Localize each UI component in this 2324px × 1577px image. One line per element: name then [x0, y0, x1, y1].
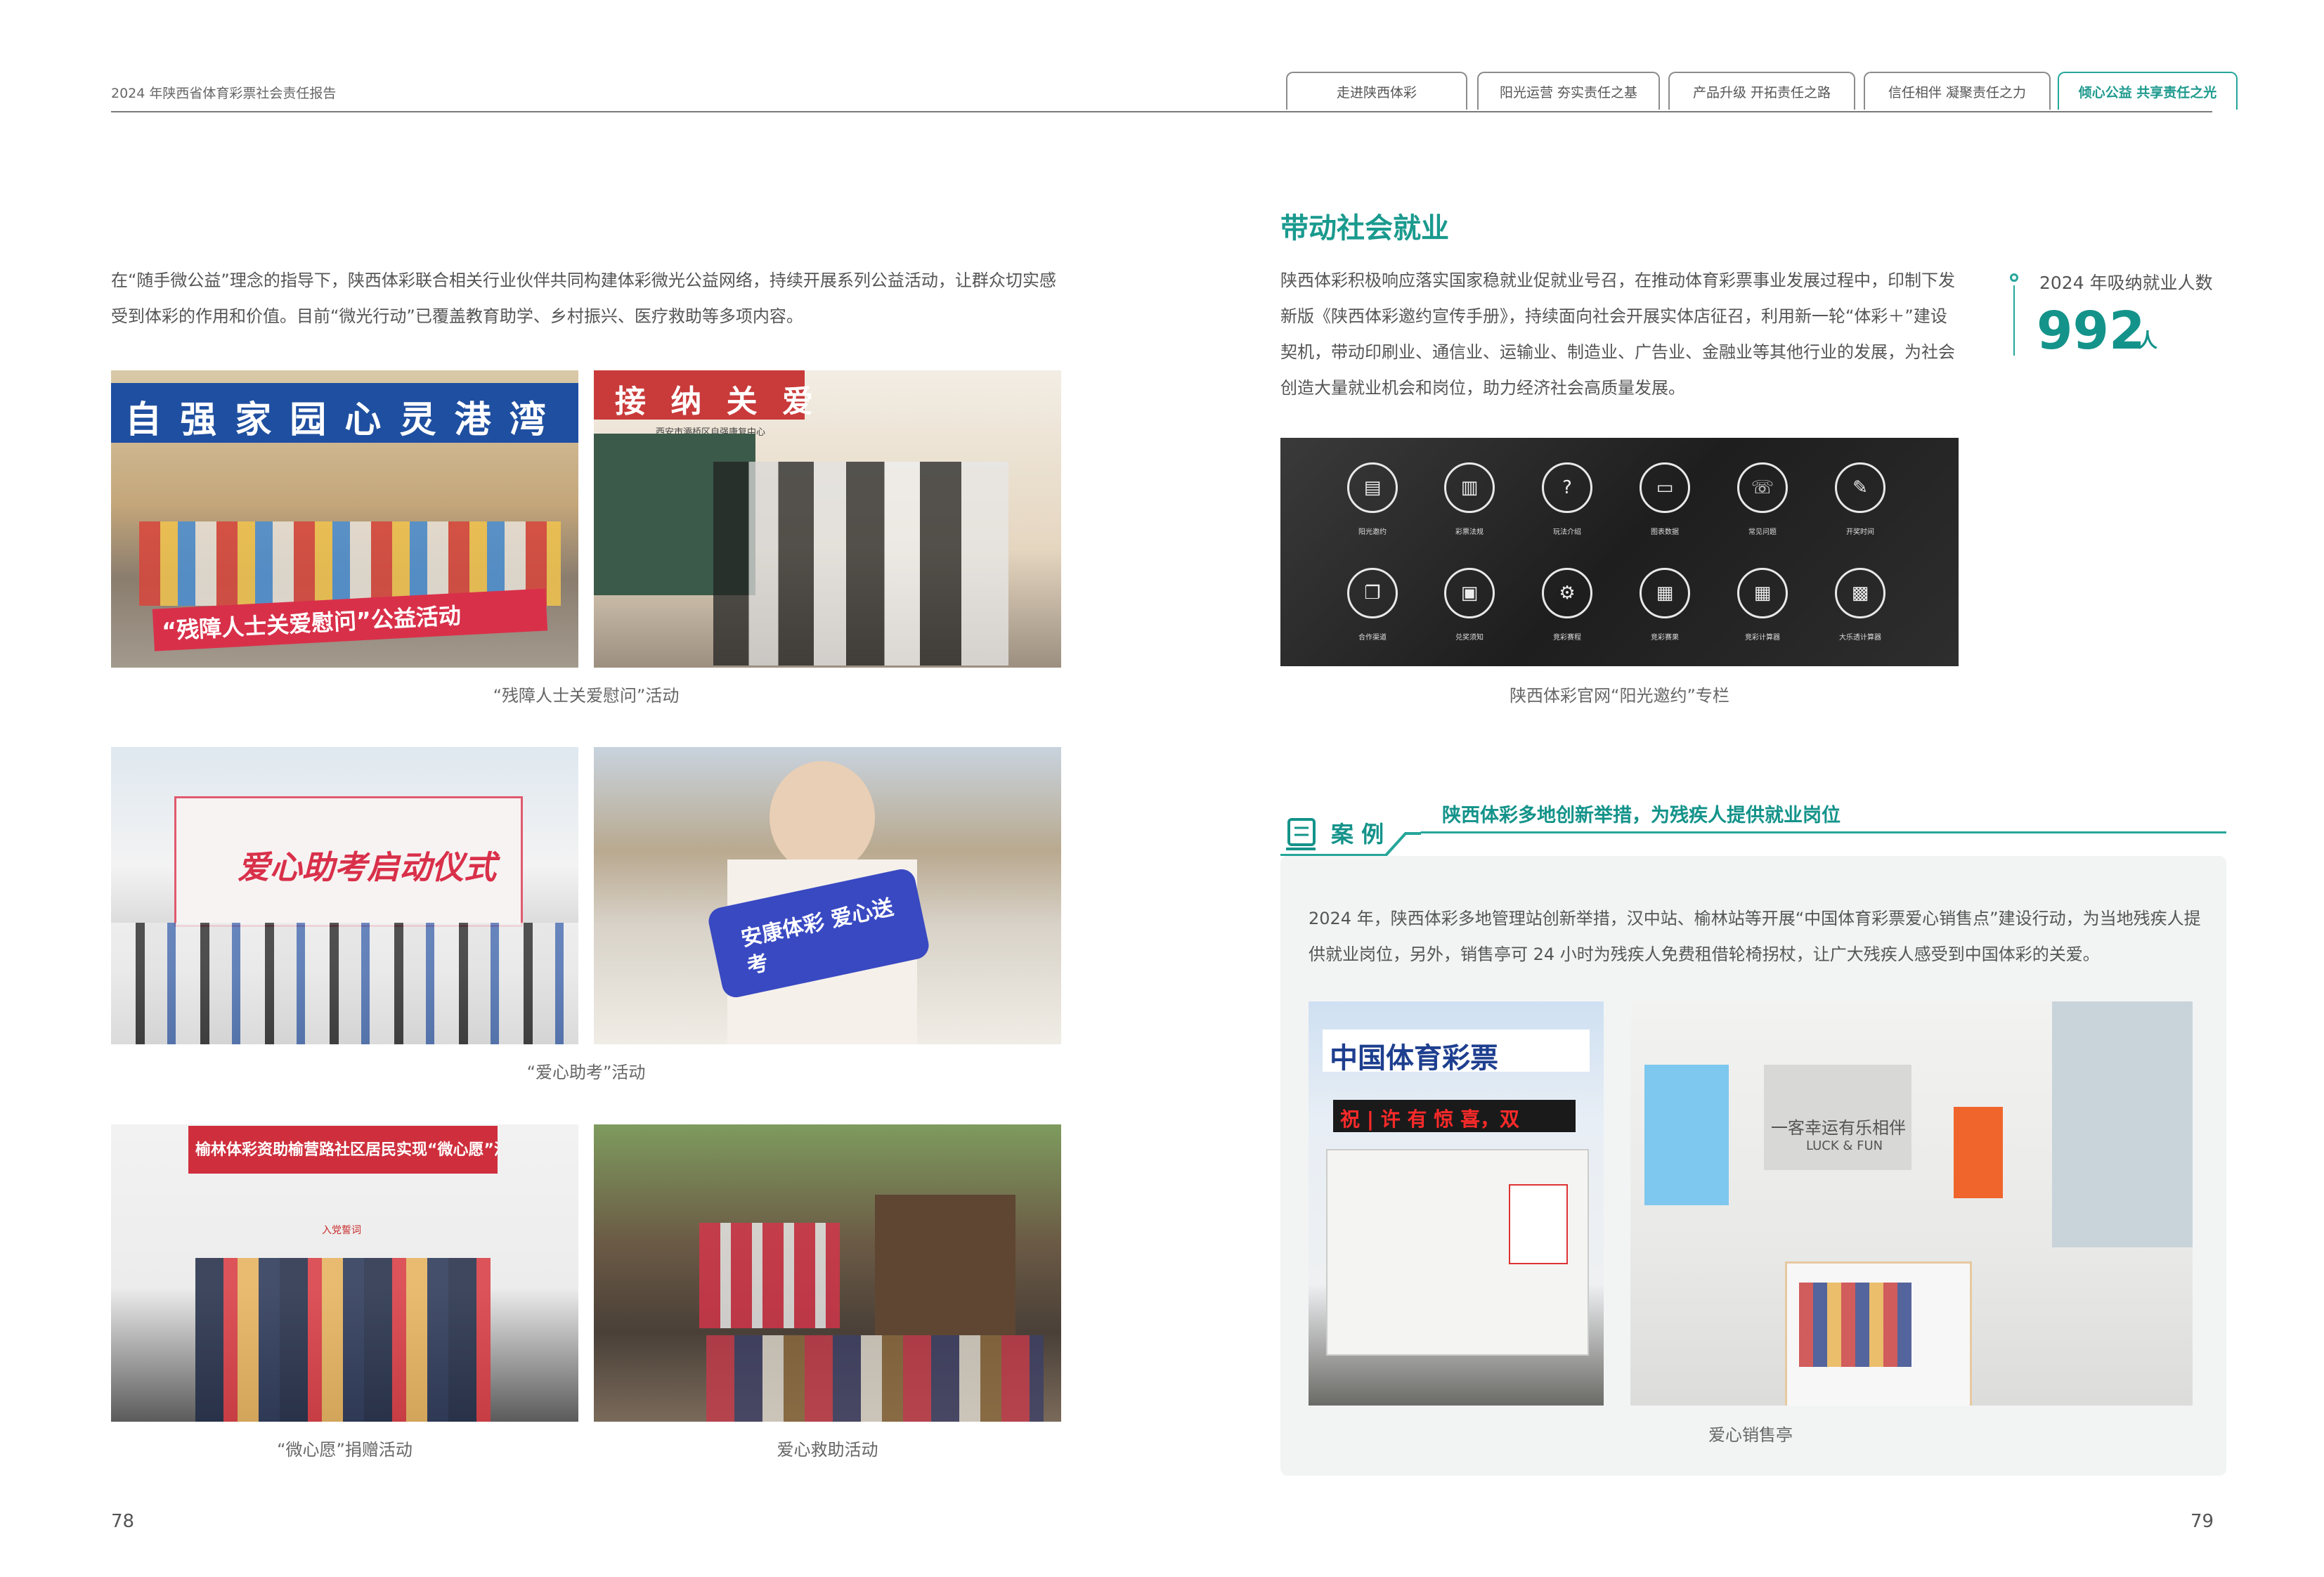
question-icon: ?: [1542, 462, 1592, 513]
photo-banner: 榆林体彩资助榆营路社区居民实现“微心愿”活动: [195, 1141, 498, 1159]
store-caption: 爱心销售亭: [1708, 1425, 1793, 1445]
website-icon-label: 竞彩赛程: [1553, 634, 1581, 642]
page-number-right: 79: [2190, 1511, 2214, 1532]
report-title: 2024 年陕西省体育彩票社会责任报告: [111, 86, 337, 101]
document-icon: ▤: [1347, 462, 1398, 513]
caption-row2: “爱心助考”活动: [526, 1063, 646, 1082]
card-icon: ▣: [1444, 568, 1495, 618]
tab-operations[interactable]: 阳光运营 夯实责任之基: [1477, 72, 1660, 110]
chart-icon: ▥: [1444, 462, 1495, 513]
caption-row3-left: “微心愿”捐赠活动: [277, 1440, 413, 1460]
photo-banner: 爱心助考启动仪式: [238, 848, 496, 886]
photo-sign: 接 纳 关 爱: [615, 384, 820, 420]
tab-intro[interactable]: 走进陕西体彩: [1286, 72, 1467, 110]
photo-rescue: [594, 1124, 1061, 1422]
kiosk-sign: 中国体育彩票: [1330, 1042, 1498, 1075]
calculator-icon: ▩: [1835, 568, 1885, 618]
website-icon-label: 彩票法规: [1455, 528, 1484, 536]
phone-icon: ☏: [1737, 462, 1788, 513]
website-icon-label: 兑奖须知: [1455, 634, 1484, 642]
photo-sign: 自 强 家 园 心 灵 港 湾: [125, 399, 549, 441]
case-tag-label: 案 例: [1331, 821, 1384, 848]
photo-disabled-care-1: 自 强 家 园 心 灵 港 湾 “残障人士关爱慰问”公益活动: [111, 370, 578, 668]
photo-store: 一客幸运有乐相伴 LUCK & FUN: [1630, 1001, 2193, 1406]
grid-icon: ▦: [1737, 568, 1788, 618]
website-icon-label: 图表数据: [1651, 528, 1679, 536]
kiosk-led: 祝 | 许 有 惊 喜，双: [1340, 1108, 1519, 1131]
website-icon-label: 竞彩赛果: [1651, 634, 1679, 642]
copy-icon: ❐: [1347, 568, 1398, 618]
stat-marker-line: [2013, 285, 2015, 356]
calendar-edit-icon: ✎: [1835, 462, 1885, 513]
chat-icon: ▭: [1640, 462, 1690, 513]
tab-charity[interactable]: 倾心公益 共享责任之光: [2058, 72, 2238, 110]
intro-paragraph: 在“随手微公益”理念的指导下，陕西体彩联合相关行业伙伴共同构建体彩微光公益网络，…: [111, 271, 1056, 326]
caption-row1: “残障人士关爱慰问”活动: [493, 686, 680, 706]
tab-products[interactable]: 产品升级 开拓责任之路: [1668, 72, 1855, 110]
photo-disabled-care-2: 接 纳 关 爱 西安市灞桥区自强康复中心: [594, 370, 1061, 668]
stat-label: 2024 年吸纳就业人数: [2039, 273, 2213, 293]
store-sign: 一客幸运有乐相伴: [1771, 1118, 1906, 1138]
stat-unit: 人: [2138, 329, 2158, 352]
case-rule: [1420, 831, 2226, 833]
website-icon-label: 合作渠道: [1358, 634, 1387, 642]
employment-paragraph: 陕西体彩积极响应落实国家稳就业促就业号召，在推动体育彩票事业发展过程中，印制下发…: [1280, 271, 1955, 398]
page-number-left: 78: [111, 1511, 135, 1532]
gear-icon: ⚙: [1542, 568, 1592, 618]
website-icon-label: 大乐透计算器: [1839, 634, 1881, 642]
store-sub: LUCK & FUN: [1806, 1138, 1883, 1153]
website-icon-label: 玩法介绍: [1553, 528, 1581, 536]
caption-row3-right: 爱心救助活动: [777, 1440, 878, 1460]
header-rule: [111, 111, 2212, 112]
calendar-icon: ▦: [1640, 568, 1690, 618]
tab-trust[interactable]: 信任相伴 凝聚责任之力: [1864, 72, 2051, 110]
photo-sub: 入党誓词: [322, 1225, 361, 1236]
website-icon-label: 竞彩计算器: [1745, 634, 1780, 642]
stat-marker-dot: [2010, 273, 2018, 282]
website-icon-label: 阳光邀约: [1358, 528, 1387, 536]
stat-value: 992: [2037, 301, 2146, 361]
photo-kiosk: 中国体育彩票 祝 | 许 有 惊 喜，双: [1309, 1001, 1604, 1406]
website-caption: 陕西体彩官网“阳光邀约”专栏: [1510, 686, 1729, 706]
website-icon-label: 开奖时间: [1846, 528, 1874, 536]
case-title: 陕西体彩多地创新举措，为残疾人提供就业岗位: [1442, 805, 1841, 826]
section-title: 带动社会就业: [1280, 212, 1449, 245]
photo-micro-wish: 榆林体彩资助榆营路社区居民实现“微心愿”活动 入党誓词: [111, 1124, 578, 1422]
photo-exam-support-2: 安康体彩 爱心送考: [594, 747, 1061, 1044]
case-paragraph: 2024 年，陕西体彩多地管理站创新举措，汉中站、榆林站等开展“中国体育彩票爱心…: [1309, 909, 2201, 964]
website-screenshot: ▤ 阳光邀约 ▥ 彩票法规 ? 玩法介绍 ▭ 图表数据 ☏ 常见问题 ✎ 开奖时…: [1280, 438, 1959, 666]
website-icon-label: 常见问题: [1748, 528, 1777, 536]
photo-exam-support-1: 爱心助考启动仪式: [111, 747, 578, 1044]
